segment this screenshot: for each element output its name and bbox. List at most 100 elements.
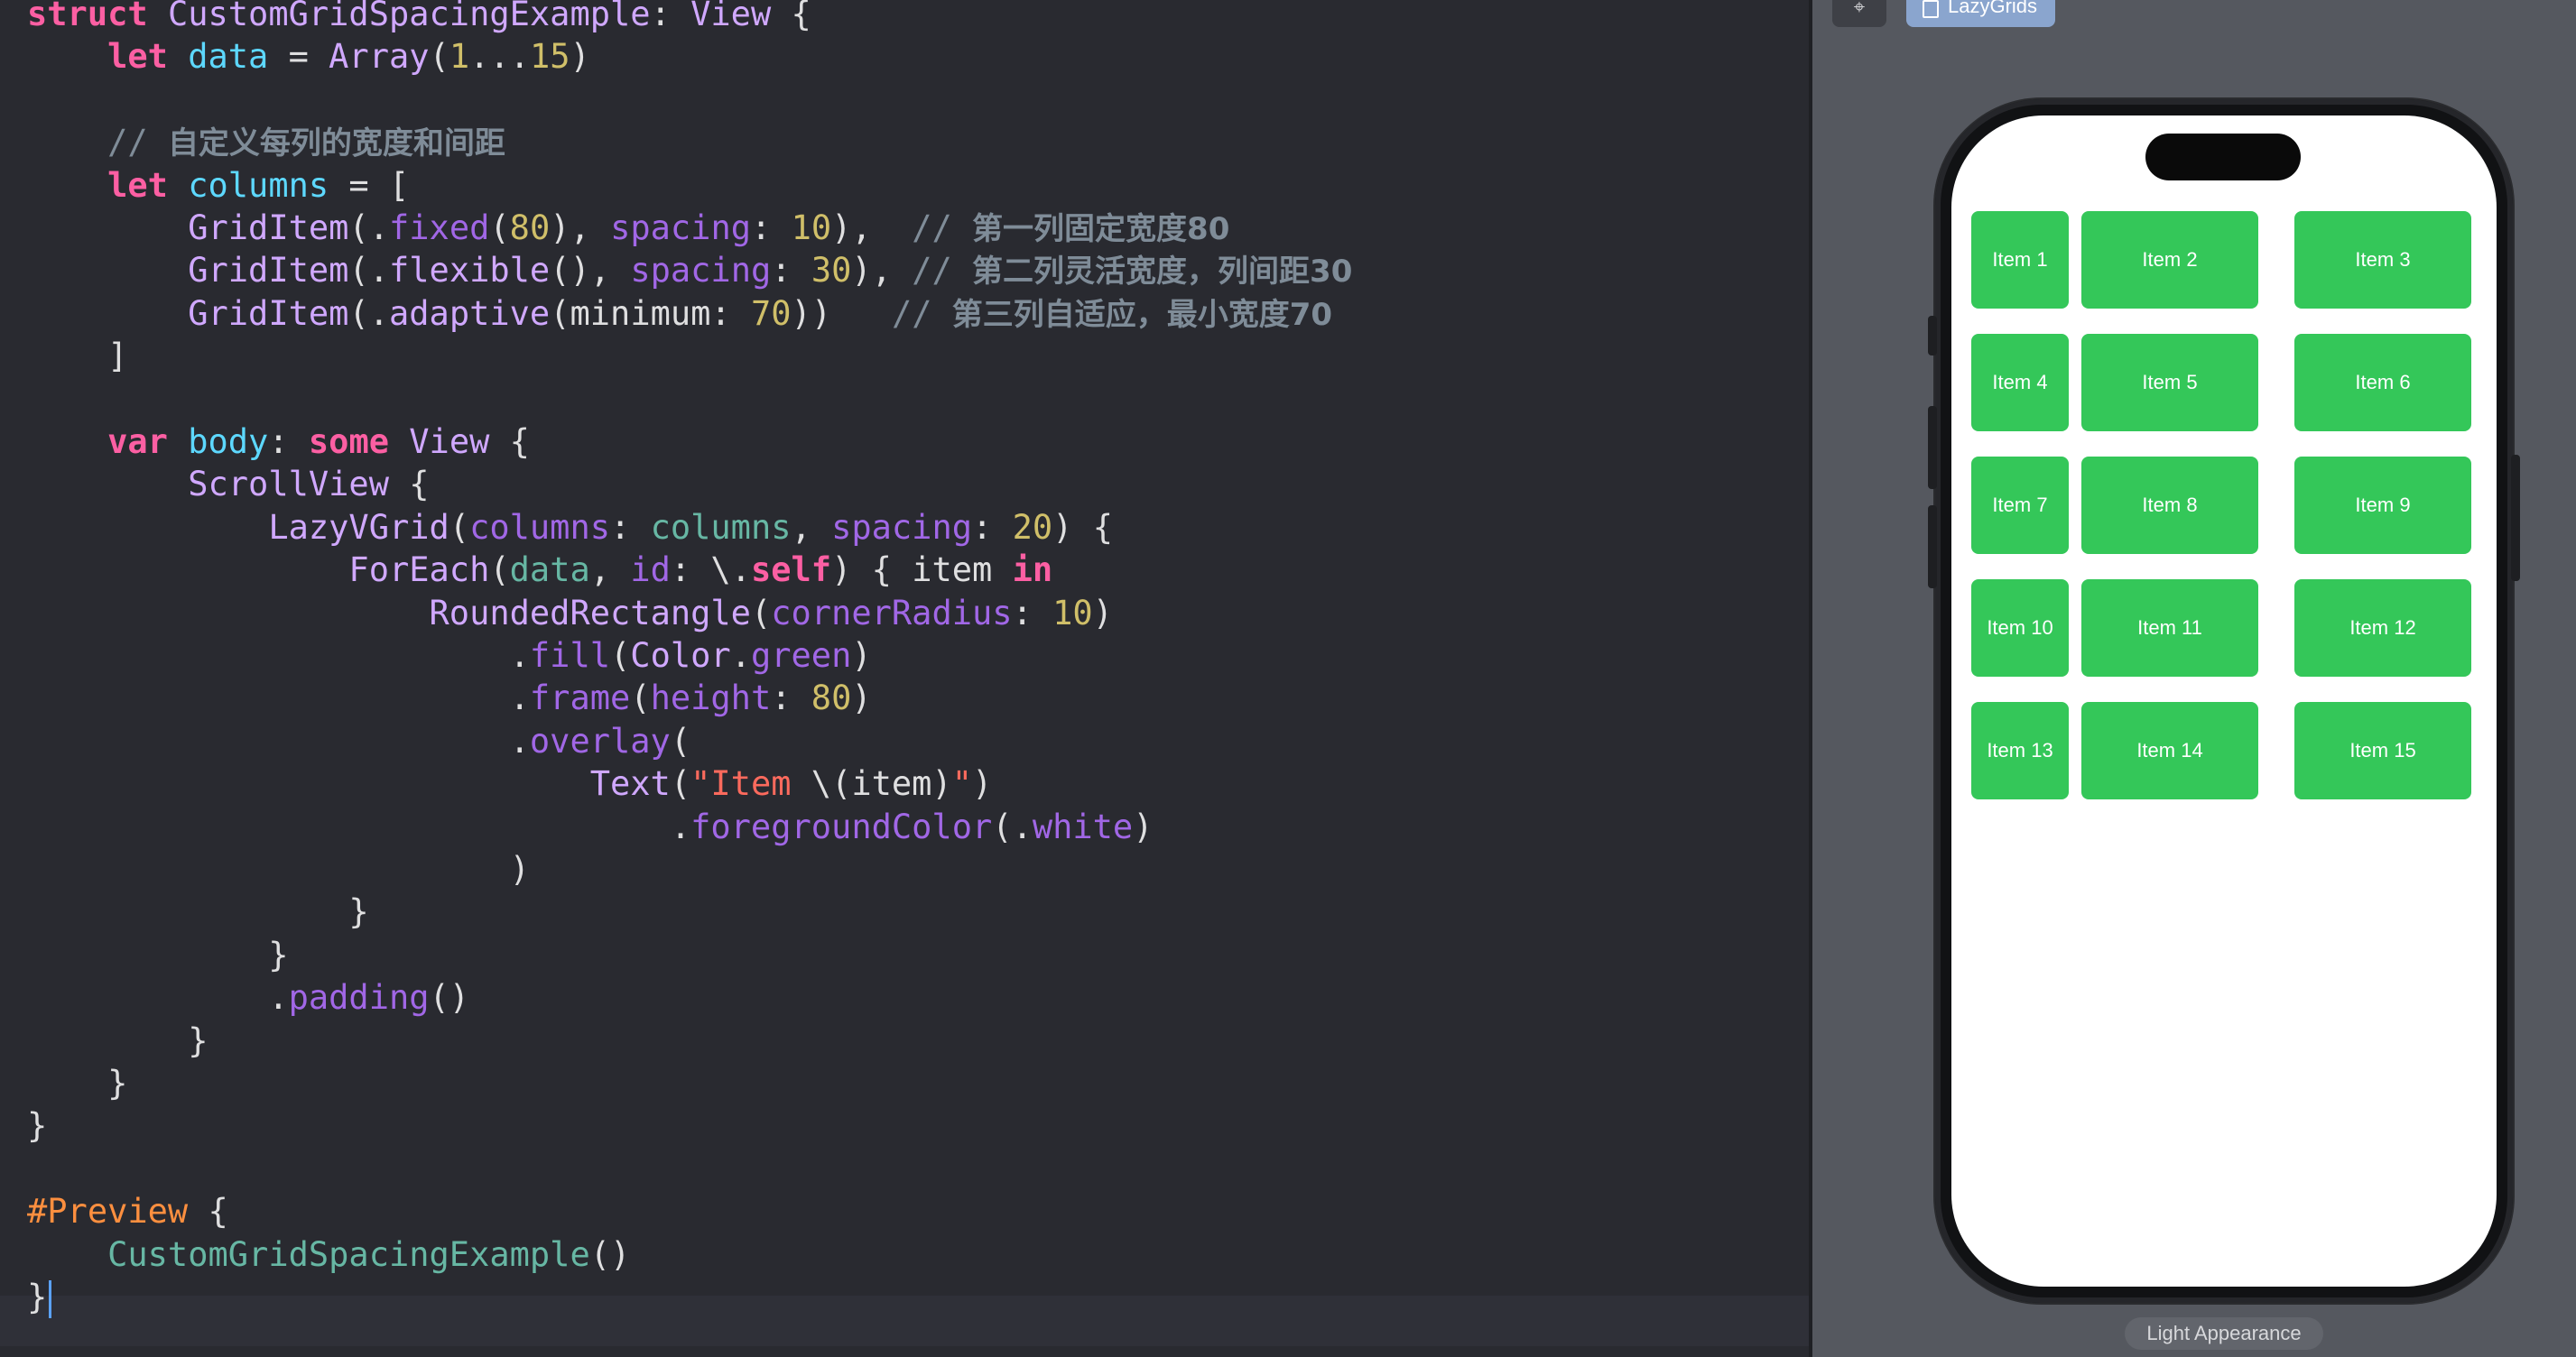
code-token: . (730, 636, 751, 675)
code-token: : \. (670, 550, 751, 590)
code-token: spacing (610, 208, 751, 247)
code-token: spacing (630, 251, 772, 291)
code-token: frame (529, 678, 631, 718)
volume-down-button (1928, 505, 1937, 588)
code-token: (. (348, 208, 389, 247)
code-token: () (589, 1234, 631, 1274)
code-editor[interactable]: struct CustomGridSpacingExample: View { … (0, 0, 1809, 1357)
code-token: GridItem (188, 293, 349, 333)
code-token: : (650, 0, 691, 33)
code-token: 70 (750, 293, 792, 333)
code-token: { (188, 1192, 228, 1232)
code-token: 80 (509, 208, 551, 247)
code-token: { (489, 422, 530, 461)
grid-item: Item 13 (1971, 702, 2069, 799)
code-token: View (690, 0, 772, 33)
code-token: data (188, 37, 269, 77)
code-token: = (268, 37, 329, 77)
code-token: } (27, 935, 289, 974)
appearance-label[interactable]: Light Appearance (2125, 1317, 2323, 1350)
action-button (1928, 316, 1937, 355)
pin-preview-button[interactable]: ⌖ (1832, 0, 1886, 27)
code-token: ( (750, 593, 772, 632)
code-token: } (27, 1106, 48, 1146)
code-token: )) (791, 293, 892, 333)
code-token: . (27, 678, 530, 718)
code-token: = [ (329, 165, 410, 205)
code-token: RoundedRectangle (429, 593, 751, 632)
code-token: // (912, 251, 973, 291)
preview-tab-lazygrids[interactable]: LazyGrids (1906, 0, 2056, 27)
code-line: GridItem(.adaptive(minimum: 70)) // 第三列自… (27, 287, 1332, 341)
code-line: } (27, 1099, 47, 1153)
code-token: let (107, 165, 189, 205)
power-button (2511, 455, 2520, 581)
code-token: { (771, 0, 811, 33)
code-token: Text (589, 764, 671, 804)
code-token: : (771, 251, 811, 291)
code-token: body (188, 422, 269, 461)
code-token: . (27, 721, 530, 761)
grid-item: Item 8 (2081, 457, 2258, 554)
document-icon (1923, 0, 1939, 18)
grid-item: Item 1 (1971, 211, 2069, 309)
grid-item: Item 12 (2294, 579, 2471, 677)
code-token: CustomGridSpacingExample (167, 0, 651, 33)
code-token: , (791, 507, 832, 547)
text-caret (49, 1279, 52, 1318)
code-token: (minimum: (550, 293, 751, 333)
code-token: ( (429, 37, 449, 77)
code-token: ForEach (348, 550, 490, 590)
code-token: : (972, 507, 1013, 547)
code-token: (. (348, 293, 389, 333)
grid-item: Item 14 (2081, 702, 2258, 799)
code-token: " (951, 764, 972, 804)
code-token: // (912, 208, 973, 247)
code-token: self (750, 550, 832, 590)
code-token: (. (348, 251, 389, 291)
code-token: some (308, 422, 410, 461)
code-token: ( (670, 721, 691, 761)
code-token: adaptive (389, 293, 551, 333)
code-token: in (1012, 550, 1053, 590)
grid-item: Item 9 (2294, 457, 2471, 554)
code-token: : (1012, 593, 1053, 632)
code-token: ( (610, 636, 631, 675)
code-token: (), (550, 251, 631, 291)
code-token: GridItem (188, 208, 349, 247)
code-token: : (771, 678, 811, 718)
code-token: 20 (1012, 507, 1053, 547)
grid-item: Item 2 (2081, 211, 2258, 309)
grid-item: Item 6 (2294, 334, 2471, 431)
code-token: \(item) (811, 764, 952, 804)
code-token: (. (992, 807, 1033, 846)
code-token: 80 (811, 678, 852, 718)
code-token: GridItem (188, 251, 349, 291)
current-line-highlight (0, 1296, 1809, 1346)
code-token: fixed (389, 208, 490, 247)
code-token: ( (449, 507, 470, 547)
code-token: 第一列固定宽度80 (972, 211, 1230, 247)
grid-item: Item 4 (1971, 334, 2069, 431)
grid-item: Item 15 (2294, 702, 2471, 799)
code-token: ) (570, 37, 590, 77)
pin-icon: ⌖ (1853, 0, 1866, 19)
code-token: cornerRadius (771, 593, 1013, 632)
grid-item: Item 3 (2294, 211, 2471, 309)
code-token: ( (489, 550, 510, 590)
device-frame: Item 1 Item 2 Item 3 Item 4 Item 5 Item 6 Item… (1928, 99, 2520, 1303)
code-token: ... (469, 37, 530, 77)
code-token: height (650, 678, 772, 718)
preview-tab-label: LazyGrids (1948, 0, 2038, 17)
code-token: } (27, 1020, 208, 1060)
code-token: padding (288, 978, 430, 1018)
